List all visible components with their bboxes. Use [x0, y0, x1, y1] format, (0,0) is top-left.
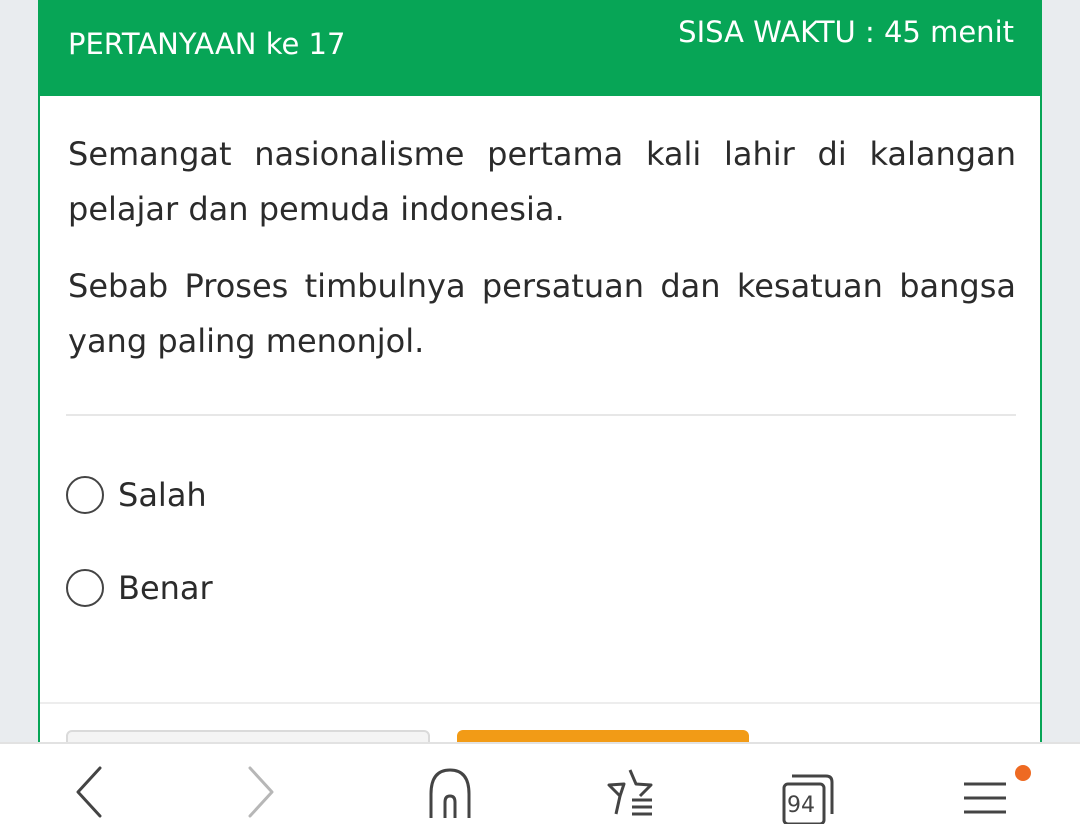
tabs-button[interactable]: 94 — [755, 744, 855, 833]
radio-button[interactable] — [66, 569, 104, 607]
home-icon — [429, 767, 471, 818]
back-arrow-icon — [76, 766, 102, 817]
notification-dot — [1015, 765, 1031, 781]
menu-icon — [964, 782, 1006, 813]
question-paragraph: Semangat nasionalisme pertama kali lahir… — [68, 135, 1016, 228]
home-button[interactable] — [400, 744, 500, 833]
back-button[interactable] — [40, 744, 140, 833]
answer-option-label[interactable]: Benar — [118, 569, 213, 607]
quiz-header: PERTANYAAN ke 17 SISA WAKTU : 45 menit — [40, 0, 1040, 96]
question-text: Semangat nasionalisme pertama kali lahir… — [68, 127, 1016, 369]
browser-bottom-bar: 94 — [0, 742, 1080, 833]
question-number: PERTANYAAN ke 17 — [68, 27, 346, 61]
quiz-card: PERTANYAAN ke 17 SISA WAKTU : 45 menit S… — [38, 0, 1042, 742]
answer-option-benar[interactable]: Benar — [66, 569, 213, 607]
menu-button[interactable] — [935, 744, 1035, 833]
bookmarks-button[interactable] — [580, 744, 680, 833]
previous-question-button[interactable] — [66, 730, 430, 742]
bookmarks-icon — [607, 768, 653, 815]
divider — [66, 414, 1016, 416]
tab-count: 94 — [787, 793, 815, 818]
forward-arrow-icon — [248, 766, 274, 817]
answer-option-salah[interactable]: Salah — [66, 476, 207, 514]
footer-divider — [40, 702, 1040, 704]
answer-option-label[interactable]: Salah — [118, 476, 207, 514]
remaining-time: SISA WAKTU : 45 menit — [678, 15, 1014, 49]
forward-button[interactable] — [210, 744, 310, 833]
question-paragraph: Sebab Proses timbulnya persatuan dan kes… — [68, 267, 1016, 360]
radio-button[interactable] — [66, 476, 104, 514]
next-question-button[interactable] — [457, 730, 749, 742]
